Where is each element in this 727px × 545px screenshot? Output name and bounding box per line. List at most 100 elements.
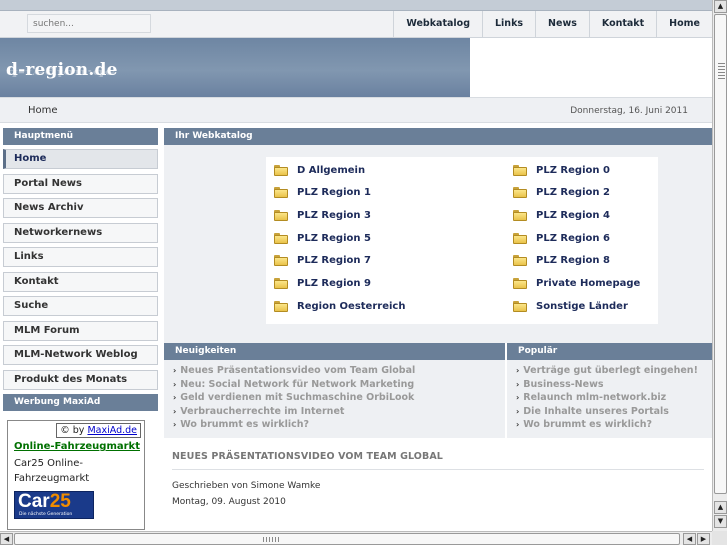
bullet-icon: › [173, 366, 177, 375]
catalog-item[interactable]: PLZ Region 7 [274, 252, 371, 270]
catalog-item[interactable]: PLZ Region 5 [274, 229, 371, 247]
nav-home[interactable]: Home [656, 11, 712, 37]
popular-item[interactable]: › Relaunch mlm-network.biz [516, 391, 712, 405]
menu-item-networkernews[interactable]: Networkernews [3, 222, 158, 243]
catalog-item-label: Private Homepage [536, 278, 641, 289]
catalog-item[interactable]: Sonstige Länder [513, 297, 628, 315]
site-logo-reflection: d-region.de [6, 67, 116, 78]
news-item[interactable]: › Verbraucherrechte im Internet [173, 405, 505, 419]
ad-box[interactable]: © by MaxiAd.de Online-Fahrzeugmarkt Car2… [7, 420, 145, 530]
folder-icon [274, 255, 288, 267]
folder-icon [513, 300, 527, 312]
catalog-item-label: PLZ Region 2 [536, 187, 610, 199]
scroll-up-icon[interactable]: ▲ [714, 501, 727, 514]
scroll-left-icon[interactable]: ◀ [683, 533, 696, 545]
search-input[interactable] [27, 14, 151, 33]
catalog-item[interactable]: PLZ Region 8 [513, 252, 610, 270]
folder-icon [513, 164, 527, 176]
car25-logo-subtitle: Die nächste Generation [19, 512, 73, 517]
current-date: Donnerstag, 16. Juni 2011 [570, 106, 688, 116]
horizontal-scroll-thumb[interactable] [14, 533, 680, 545]
ad-title-link[interactable]: Online-Fahrzeugmarkt [14, 441, 140, 452]
bullet-icon: › [516, 366, 520, 375]
ad-description: Car25 Online-Fahrzeugmarkt [14, 458, 90, 484]
menu-item-links[interactable]: Links [3, 247, 158, 267]
catalog-item[interactable]: PLZ Region 2 [513, 184, 610, 202]
menu-item-mlm-weblog[interactable]: MLM-Network Weblog [3, 345, 158, 365]
popular-item-label: Verträge gut überlegt eingehen! [523, 365, 698, 376]
menu-item-home[interactable]: Home [3, 149, 158, 169]
news-item[interactable]: › Wo brummt es wirklich? [173, 418, 505, 432]
news-item[interactable]: › Neues Präsentationsvideo vom Team Globa… [173, 364, 505, 378]
catalog-item[interactable]: PLZ Region 0 [513, 161, 610, 179]
popular-item[interactable]: › Business-News [516, 378, 712, 392]
nav-webkatalog[interactable]: Webkatalog [393, 11, 482, 37]
nav-links[interactable]: Links [482, 11, 535, 37]
article-author: Geschrieben von Simone Wamke [172, 480, 321, 491]
bullet-icon: › [516, 420, 520, 430]
news-item-label: Neu: Social Network für Network Marketin… [180, 378, 415, 390]
menu-item-suche[interactable]: Suche [3, 296, 158, 316]
popular-item[interactable]: › Die Inhalte unseres Portals [516, 405, 712, 419]
catalog-section: D Allgemein PLZ Region 1 PLZ Region 3 PLZ R… [164, 145, 712, 343]
catalog-header: Ihr Webkatalog [164, 128, 712, 145]
folder-icon [274, 300, 288, 312]
site-header: d-region.de d-region.de [0, 38, 712, 97]
catalog-item[interactable]: PLZ Region 9 [274, 275, 371, 293]
menu-item-produkt-des-monats[interactable]: Produkt des Monats [3, 369, 158, 390]
scroll-down-icon[interactable]: ▼ [714, 515, 727, 528]
folder-icon [274, 278, 288, 289]
folder-icon [513, 278, 527, 289]
article: NEUES PRÄSENTATIONSVIDEO VOM TEAM GLOBAL… [164, 451, 712, 507]
catalog-grid: D Allgemein PLZ Region 1 PLZ Region 3 PLZ R… [266, 157, 658, 324]
news-item-label: Wo brummt es wirklich? [180, 419, 310, 431]
car25-logo-number: 25 [49, 491, 71, 512]
menu-item-kontakt[interactable]: Kontakt [3, 271, 158, 292]
menu-item-mlm-forum[interactable]: MLM Forum [3, 320, 158, 341]
maxiad-link[interactable]: MaxiAd.de [87, 425, 137, 436]
catalog-item[interactable]: Region Oesterreich [274, 297, 405, 315]
catalog-item-label: PLZ Region 7 [297, 255, 371, 267]
news-header: Neuigkeiten [164, 343, 505, 360]
news-item-label: Geld verdienen mit Suchmaschine OrbiLook [180, 392, 415, 404]
catalog-item-label: PLZ Region 1 [297, 187, 371, 199]
car25-logo[interactable]: Car25 Die nächste Generation [14, 491, 94, 519]
news-item[interactable]: › Neu: Social Network für Network Marketi… [173, 378, 505, 392]
vertical-scroll-thumb[interactable] [714, 14, 727, 494]
scroll-right-icon[interactable]: ▶ [697, 533, 710, 545]
scroll-up-icon[interactable]: ▲ [714, 0, 727, 13]
scroll-left-icon[interactable]: ◀ [0, 533, 13, 545]
breadcrumb-bar: Home Donnerstag, 16. Juni 2011 [0, 97, 712, 123]
menu-item-news-archiv[interactable]: News Archiv [3, 198, 158, 218]
catalog-item[interactable]: PLZ Region 6 [513, 229, 610, 247]
sidebar: Hauptmenü Home Portal News News Archiv N… [3, 128, 158, 530]
popular-item[interactable]: › Verträge gut überlegt eingehen! [516, 364, 712, 378]
bullet-icon: › [173, 406, 177, 416]
nav-news[interactable]: News [535, 11, 589, 37]
article-title[interactable]: NEUES PRÄSENTATIONSVIDEO VOM TEAM GLOBAL [172, 451, 704, 462]
menu-item-portal-news[interactable]: Portal News [3, 173, 158, 194]
news-list: › Neues Präsentationsvideo vom Team Globa… [164, 360, 505, 438]
top-strip [0, 0, 712, 11]
popular-item-label: Relaunch mlm-network.biz [523, 392, 667, 404]
ad-credit: © by MaxiAd.de [56, 423, 141, 438]
popular-item[interactable]: › Wo brummt es wirklich? [516, 418, 712, 432]
news-item[interactable]: › Geld verdienen mit Suchmaschine OrbiLoo… [173, 391, 505, 405]
nav-kontakt[interactable]: Kontakt [588, 11, 656, 37]
breadcrumb[interactable]: Home [28, 105, 58, 116]
folder-icon [274, 187, 288, 199]
news-item-label: Neues Präsentationsvideo vom Team Global [180, 365, 416, 376]
catalog-item[interactable]: D Allgemein [274, 161, 365, 179]
catalog-item[interactable]: Private Homepage [513, 275, 640, 293]
catalog-item-label: PLZ Region 6 [536, 232, 610, 244]
horizontal-scrollbar[interactable]: ◀ ◀ ▶ [0, 531, 712, 545]
bullet-icon: › [173, 420, 177, 430]
popular-item-label: Die Inhalte unseres Portals [523, 405, 669, 417]
catalog-item[interactable]: PLZ Region 1 [274, 184, 371, 202]
bullet-icon: › [516, 393, 520, 403]
catalog-item[interactable]: PLZ Region 3 [274, 206, 371, 224]
popular-item-label: Wo brummt es wirklich? [523, 419, 653, 431]
catalog-item[interactable]: PLZ Region 4 [513, 206, 610, 224]
catalog-item-label: PLZ Region 4 [536, 209, 610, 221]
vertical-scrollbar[interactable]: ▲ ▲ ▼ [712, 0, 727, 531]
